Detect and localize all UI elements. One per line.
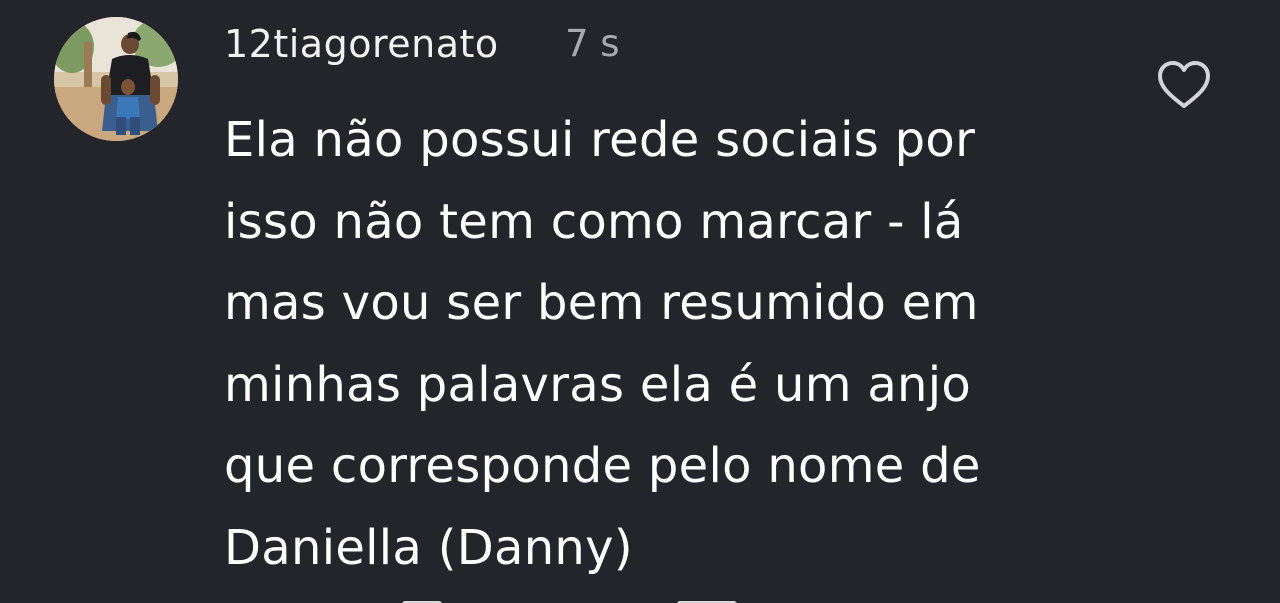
comment-timestamp: 7 s	[565, 22, 620, 65]
heart-outline-icon	[1158, 61, 1210, 108]
avatar-photo	[54, 17, 178, 141]
comment-username[interactable]: 12tiagorenato	[224, 18, 499, 70]
avatar[interactable]	[54, 17, 178, 141]
comment-item: 12tiagorenato 7 s Ela não possui rede so…	[0, 0, 1280, 603]
cropped-next-line	[380, 592, 800, 603]
like-button[interactable]	[1154, 58, 1214, 114]
comment-text: Ela não possui rede sociais por isso não…	[224, 112, 981, 576]
